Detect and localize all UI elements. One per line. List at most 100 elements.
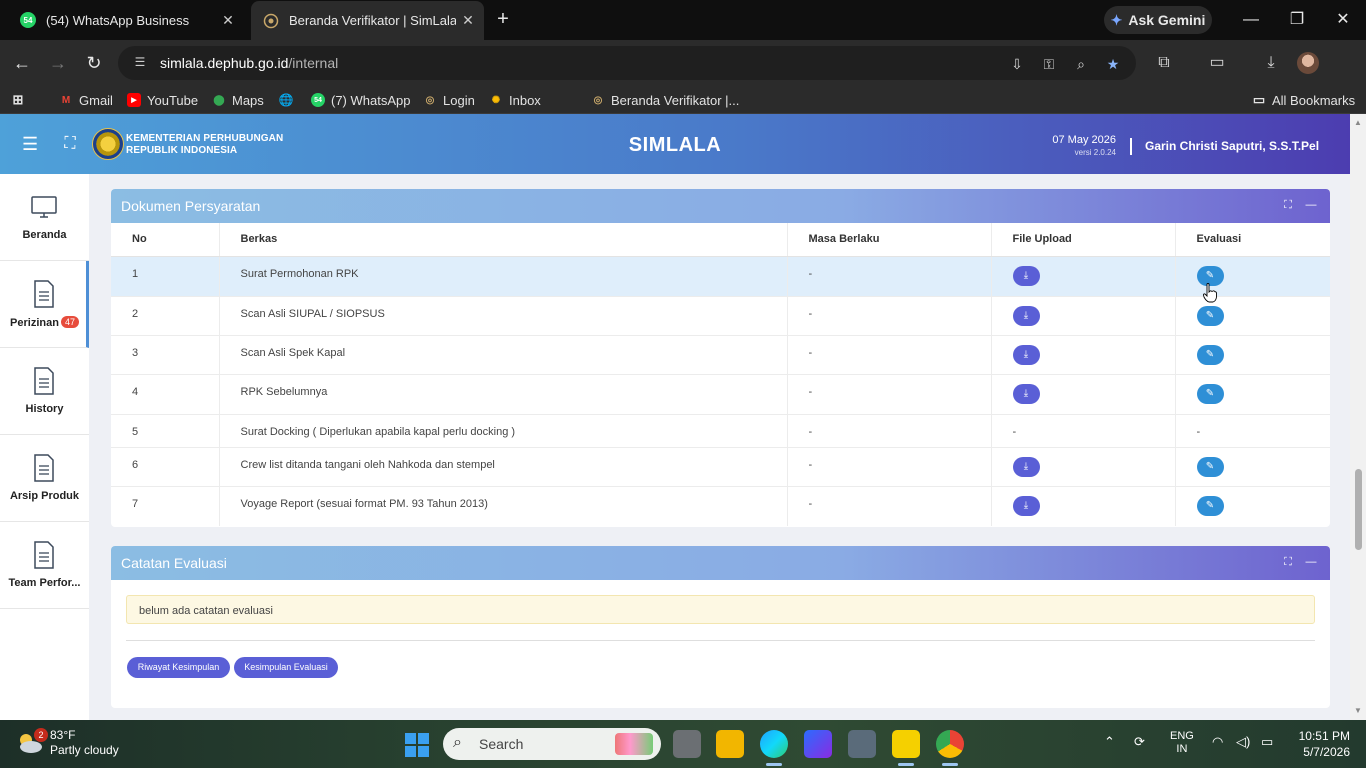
zoom-icon[interactable]: ⌕: [1072, 55, 1090, 73]
all-bookmarks[interactable]: ▭ All Bookmarks: [1252, 91, 1355, 109]
app-version: versi 2.0.24: [1074, 148, 1116, 157]
cell-no: 5: [111, 413, 219, 447]
scroll-up-icon[interactable]: ▲: [1350, 116, 1366, 130]
minimize-icon[interactable]: —: [1239, 8, 1263, 32]
close-tab-icon[interactable]: ✕: [216, 12, 240, 29]
camera-icon[interactable]: [848, 730, 876, 758]
back-icon[interactable]: ←: [10, 51, 34, 75]
task-view-icon[interactable]: [673, 730, 701, 758]
expand-icon[interactable]: ⛶: [1281, 198, 1295, 212]
download-button[interactable]: ⤓: [1012, 456, 1040, 477]
cell-berkas: RPK Sebelumnya: [218, 373, 787, 414]
weather-text: 83°F Partly cloudy: [50, 728, 119, 758]
bookmark-label: Maps: [232, 92, 264, 108]
document-icon: [31, 279, 57, 309]
wifi-icon[interactable]: ◠: [1212, 734, 1223, 750]
battery-icon[interactable]: ▭: [1261, 734, 1273, 750]
page-scrollbar[interactable]: ▲ ▼: [1350, 114, 1366, 720]
edit-evaluation-button[interactable]: ✎: [1196, 456, 1224, 477]
sidebar-item-label: Beranda: [22, 229, 67, 241]
extensions-icon[interactable]: ⧉: [1152, 51, 1176, 75]
cell-masa-berlaku: -: [786, 446, 991, 486]
collapse-icon[interactable]: —: [1304, 198, 1318, 212]
user-name[interactable]: Garin Christi Saputri, S.S.T.Pel: [1145, 139, 1319, 153]
chrome-icon[interactable]: [936, 730, 964, 758]
cell-evaluasi: ✎: [1174, 255, 1330, 296]
volume-icon[interactable]: ◁): [1236, 734, 1250, 750]
document-icon: [31, 453, 57, 483]
close-tab-icon[interactable]: ✕: [456, 12, 480, 29]
riwayat-kesimpulan-button[interactable]: Riwayat Kesimpulan: [127, 657, 230, 678]
sidebar-item-arsip-produk[interactable]: Arsip Produk: [0, 435, 89, 522]
fullscreen-icon[interactable]: ⛶: [60, 134, 80, 154]
apps-icon[interactable]: ⊞: [11, 91, 25, 109]
site-info-icon[interactable]: ☰: [132, 55, 148, 71]
download-button[interactable]: ⤓: [1012, 344, 1040, 365]
sticky-notes-icon[interactable]: [892, 730, 920, 758]
sidebar-item-perizinan[interactable]: Perizinan 47: [0, 261, 89, 348]
sync-icon[interactable]: ⟳: [1134, 734, 1145, 750]
bookmark-label: Login: [443, 92, 475, 108]
download-button[interactable]: ⤓: [1012, 265, 1040, 286]
cell-file-upload: ⤓: [990, 334, 1175, 374]
file-explorer-icon[interactable]: [716, 730, 744, 758]
edit-evaluation-button[interactable]: ✎: [1196, 305, 1224, 326]
taskbar-search[interactable]: ⌕ Search: [443, 728, 661, 760]
column-header-evaluasi: Evaluasi: [1174, 223, 1330, 257]
bookmark-maps[interactable]: ⬤ Maps: [212, 91, 264, 109]
reload-icon[interactable]: ↻: [82, 51, 106, 75]
bookmark-whatsapp[interactable]: 54 (7) WhatsApp: [311, 91, 410, 109]
ask-gemini-button[interactable]: ✦ Ask Gemini: [1104, 6, 1212, 34]
close-window-icon[interactable]: ✕: [1331, 8, 1355, 32]
key-icon[interactable]: ⚿: [1040, 55, 1058, 73]
scrollbar-thumb[interactable]: [1355, 469, 1362, 550]
documents-card: Dokumen Persyaratan ⛶ — No Berkas Masa B…: [111, 189, 1330, 527]
restore-icon[interactable]: ❐: [1285, 8, 1309, 32]
download-button[interactable]: ⤓: [1012, 383, 1040, 404]
edit-evaluation-button[interactable]: ✎: [1196, 495, 1224, 516]
bookmark-inbox[interactable]: ✺ Inbox: [489, 91, 541, 109]
bookmark-beranda[interactable]: ◎ Beranda Verifikator |...: [591, 91, 740, 109]
bookmark-globe[interactable]: 🌐: [279, 91, 294, 109]
cast-icon[interactable]: ▭: [1205, 51, 1229, 75]
windows-start-icon[interactable]: [405, 733, 429, 757]
table-row: 7 Voyage Report (sesuai format PM. 93 Ta…: [111, 485, 1330, 526]
edit-evaluation-button[interactable]: ✎: [1196, 344, 1224, 365]
menu-icon[interactable]: ☰: [22, 134, 42, 154]
download-icon[interactable]: ⤓: [1259, 51, 1283, 75]
sidebar-item-label: History: [25, 403, 64, 415]
app-viewport: ☰ ⛶ KEMENTERIAN PERHUBUNGAN REPUBLIK IND…: [0, 114, 1366, 720]
sidebar-item-team-performance[interactable]: Team Perfor...: [0, 522, 89, 609]
kesimpulan-evaluasi-button[interactable]: Kesimpulan Evaluasi: [234, 657, 338, 678]
new-tab-button[interactable]: +: [492, 9, 514, 31]
tab-simlala[interactable]: Beranda Verifikator | SimLala ✕: [251, 1, 484, 40]
collapse-icon[interactable]: —: [1304, 555, 1318, 569]
tray-chevron-icon[interactable]: ⌃: [1104, 734, 1115, 750]
sidebar-item-history[interactable]: History: [0, 348, 89, 435]
bookmark-gmail[interactable]: M Gmail: [59, 91, 113, 109]
folder-icon: ▭: [1252, 92, 1266, 107]
bookmark-login[interactable]: ◎ Login: [423, 91, 475, 109]
edit-evaluation-button[interactable]: ✎: [1196, 383, 1224, 404]
tab-whatsapp-business[interactable]: 54 (54) WhatsApp Business ✕: [8, 0, 244, 40]
url-input[interactable]: ☰ simlala.dephub.go.id/internal ⇩ ⚿ ⌕ ★: [118, 46, 1136, 80]
weather-condition: Partly cloudy: [50, 743, 119, 757]
bookmark-youtube[interactable]: ▶ YouTube: [127, 91, 198, 109]
bookmark-label: (7) WhatsApp: [331, 92, 411, 108]
copilot-icon[interactable]: [804, 730, 832, 758]
sidebar-item-beranda[interactable]: Beranda: [0, 174, 89, 261]
cell-file-upload: ⤓: [990, 373, 1175, 414]
clock[interactable]: 10:51 PM 5/7/2026: [1286, 728, 1350, 760]
profile-avatar[interactable]: [1297, 52, 1319, 74]
weather-badge: 2: [34, 728, 48, 742]
install-icon[interactable]: ⇩: [1008, 55, 1026, 73]
expand-icon[interactable]: ⛶: [1281, 555, 1295, 569]
bookmark-star-icon[interactable]: ★: [1104, 55, 1122, 73]
language-indicator[interactable]: ENG IN: [1170, 730, 1194, 756]
scroll-down-icon[interactable]: ▼: [1350, 704, 1366, 718]
forward-icon[interactable]: →: [46, 51, 70, 75]
edge-icon[interactable]: [760, 730, 788, 758]
download-button[interactable]: ⤓: [1012, 305, 1040, 326]
download-button[interactable]: ⤓: [1012, 495, 1040, 516]
sidebar-item-label: Arsip Produk: [9, 490, 80, 502]
